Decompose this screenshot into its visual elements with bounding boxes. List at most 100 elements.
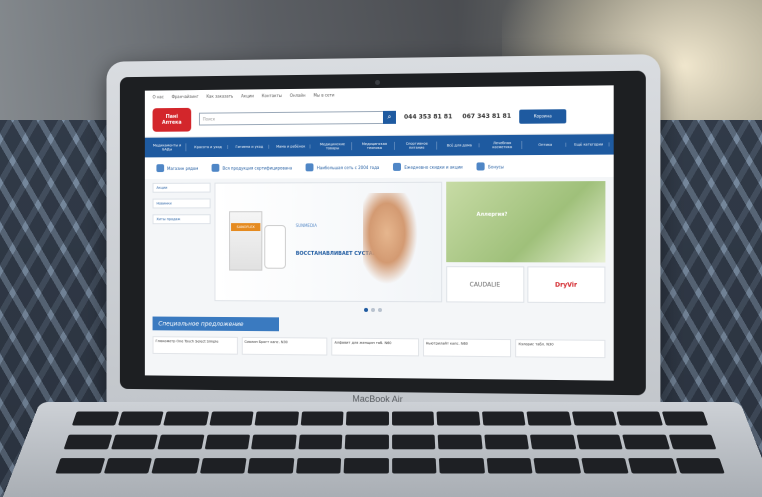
keyboard-key [157, 434, 205, 449]
keyboard-key [436, 411, 480, 426]
keyboard-key [254, 411, 299, 426]
topbar-link[interactable]: Контакты [262, 93, 282, 98]
product-card[interactable]: Сиалин Брогт капс. N30 [241, 336, 328, 356]
product-card[interactable]: Алфавит для женщин таб. N60 [331, 337, 419, 357]
keyboard-key [117, 411, 164, 426]
phone-numbers: 044 353 81 81 067 343 81 81 [404, 113, 511, 121]
laptop-lid: О нас Франчайзинг Как заказать Акции Кон… [106, 54, 661, 414]
topbar-link[interactable]: Онлайн [290, 92, 306, 97]
site-header: Пані Аптека Поиск ⌕ 044 353 81 81 067 34… [144, 97, 614, 138]
camera-icon [375, 79, 380, 86]
keyboard-key [71, 411, 119, 426]
keyboard-key [533, 458, 581, 474]
search-placeholder: Поиск [202, 116, 216, 122]
keyboard-key [391, 411, 435, 426]
map-icon [305, 163, 314, 172]
search-icon: ⌕ [387, 112, 392, 121]
banner-logo: SUNMEDIA [295, 223, 317, 229]
phone-number[interactable]: 067 343 81 81 [462, 113, 511, 121]
topbar-link[interactable]: Акции [241, 93, 254, 98]
keyboard-key [300, 411, 344, 426]
nav-item[interactable]: Медикаменты и БАДы [148, 143, 187, 152]
keyboard-key [204, 434, 251, 449]
keyboard-key [481, 411, 526, 426]
keyboard-key [483, 434, 529, 449]
carousel-dots [145, 307, 614, 314]
site-logo[interactable]: Пані Аптека [152, 107, 192, 132]
nav-item[interactable]: Всё для дома [440, 143, 480, 148]
topbar-link[interactable]: Мы в сети [313, 92, 334, 97]
benefit-item: Вся продукция сертифицирована [211, 163, 293, 172]
logo-line: Аптека [162, 119, 182, 126]
store-icon [156, 164, 165, 173]
keyboard-key [151, 458, 200, 474]
search-button[interactable]: ⌕ [382, 110, 396, 124]
sidebar-item[interactable]: Хиты продаж [152, 214, 211, 225]
discount-icon [393, 162, 402, 171]
keyboard-key [297, 434, 343, 449]
topbar-link[interactable]: Как заказать [206, 93, 233, 98]
topbar-link[interactable]: О нас [153, 94, 164, 99]
product-card[interactable]: Кэлорис табл. N30 [515, 339, 606, 359]
carousel-dot[interactable] [364, 307, 369, 312]
keyboard-key [486, 458, 533, 474]
keyboard-key [163, 411, 209, 426]
laptop-screen: О нас Франчайзинг Как заказать Акции Кон… [144, 85, 614, 381]
special-offer-heading: Специальное предложение [152, 316, 280, 332]
search-input[interactable]: Поиск ⌕ [198, 110, 396, 126]
promo-caudalie[interactable]: CAUDALIE [446, 266, 524, 303]
keyboard-key [575, 434, 623, 449]
product-card[interactable]: Глюкометр One Touch Select Simple [152, 336, 238, 355]
keyboard-key [103, 458, 152, 474]
keyboard-key [208, 411, 254, 426]
keyboard-key [55, 458, 105, 474]
benefit-label: Бонусы [488, 163, 504, 169]
benefit-label: Наибольшая сеть с 2004 года [316, 164, 380, 170]
carousel-dot[interactable] [377, 308, 382, 313]
promo-dryvir[interactable]: DryVir [526, 266, 606, 304]
cart-button[interactable]: Корзина [519, 108, 567, 124]
promo-allergy-text: Аллергия? [476, 211, 508, 218]
keyboard-key [438, 458, 485, 474]
sidebar-item[interactable]: Новинки [152, 198, 211, 209]
nav-item[interactable]: Красота и уход [189, 145, 228, 150]
product-card[interactable]: Ньютрилайт капс. N60 [422, 338, 512, 358]
phone-number[interactable]: 044 353 81 81 [404, 113, 452, 120]
nav-item[interactable]: Медицинские товары [313, 142, 353, 151]
nav-item[interactable]: Медицинская техника [355, 141, 395, 151]
cart-label: Корзина [533, 113, 552, 119]
benefits-bar: Магазин рядом Вся продукция сертифициров… [144, 154, 614, 180]
keyboard-key [529, 434, 576, 449]
product-list: Глюкометр One Touch Select Simple Сиалин… [145, 330, 614, 364]
keyboard [53, 411, 728, 481]
keyboard-key [571, 411, 617, 426]
keyboard-key [343, 458, 389, 474]
carousel-dot[interactable] [371, 307, 376, 312]
promo-allergy[interactable]: Аллергия? [446, 181, 606, 263]
keyboard-key [391, 458, 437, 474]
certificate-icon [211, 163, 220, 172]
benefit-label: Магазин рядом [167, 165, 199, 171]
product-brand: SANOFLEX [231, 223, 261, 232]
main-nav: Медикаменты и БАДы Красота и уход Гигиен… [144, 134, 614, 158]
benefit-item: Ежедневно скидки и акции [393, 162, 463, 171]
hero-banner[interactable]: SANOFLEX SUNMEDIA ВОССТАНАВЛИВАЕТ СУСТАВ… [214, 181, 443, 303]
keyboard-key [251, 434, 297, 449]
nav-item[interactable]: Лечебная косметика [482, 140, 523, 150]
sidebar-item[interactable]: Акции [152, 182, 211, 193]
nav-item[interactable]: Спортивное питание [397, 141, 437, 150]
keyboard-key [391, 434, 436, 449]
benefit-label: Вся продукция сертифицирована [222, 164, 293, 171]
nav-item[interactable]: Ещё категории [569, 142, 610, 147]
keyboard-key [526, 411, 572, 426]
runner-image [363, 192, 424, 294]
hero-sidebar: Акции Новинки Хиты продаж [152, 182, 211, 301]
keyboard-key [622, 434, 670, 449]
keyboard-key [616, 411, 663, 426]
nav-item[interactable]: Гигиена и уход [230, 144, 269, 149]
topbar-link[interactable]: Франчайзинг [172, 93, 199, 98]
nav-item[interactable]: Мама и ребёнок [271, 144, 311, 149]
nav-item[interactable]: Оптика [525, 142, 566, 148]
promo-row: CAUDALIE DryVir [446, 266, 606, 304]
product-bottle-image [264, 225, 286, 269]
